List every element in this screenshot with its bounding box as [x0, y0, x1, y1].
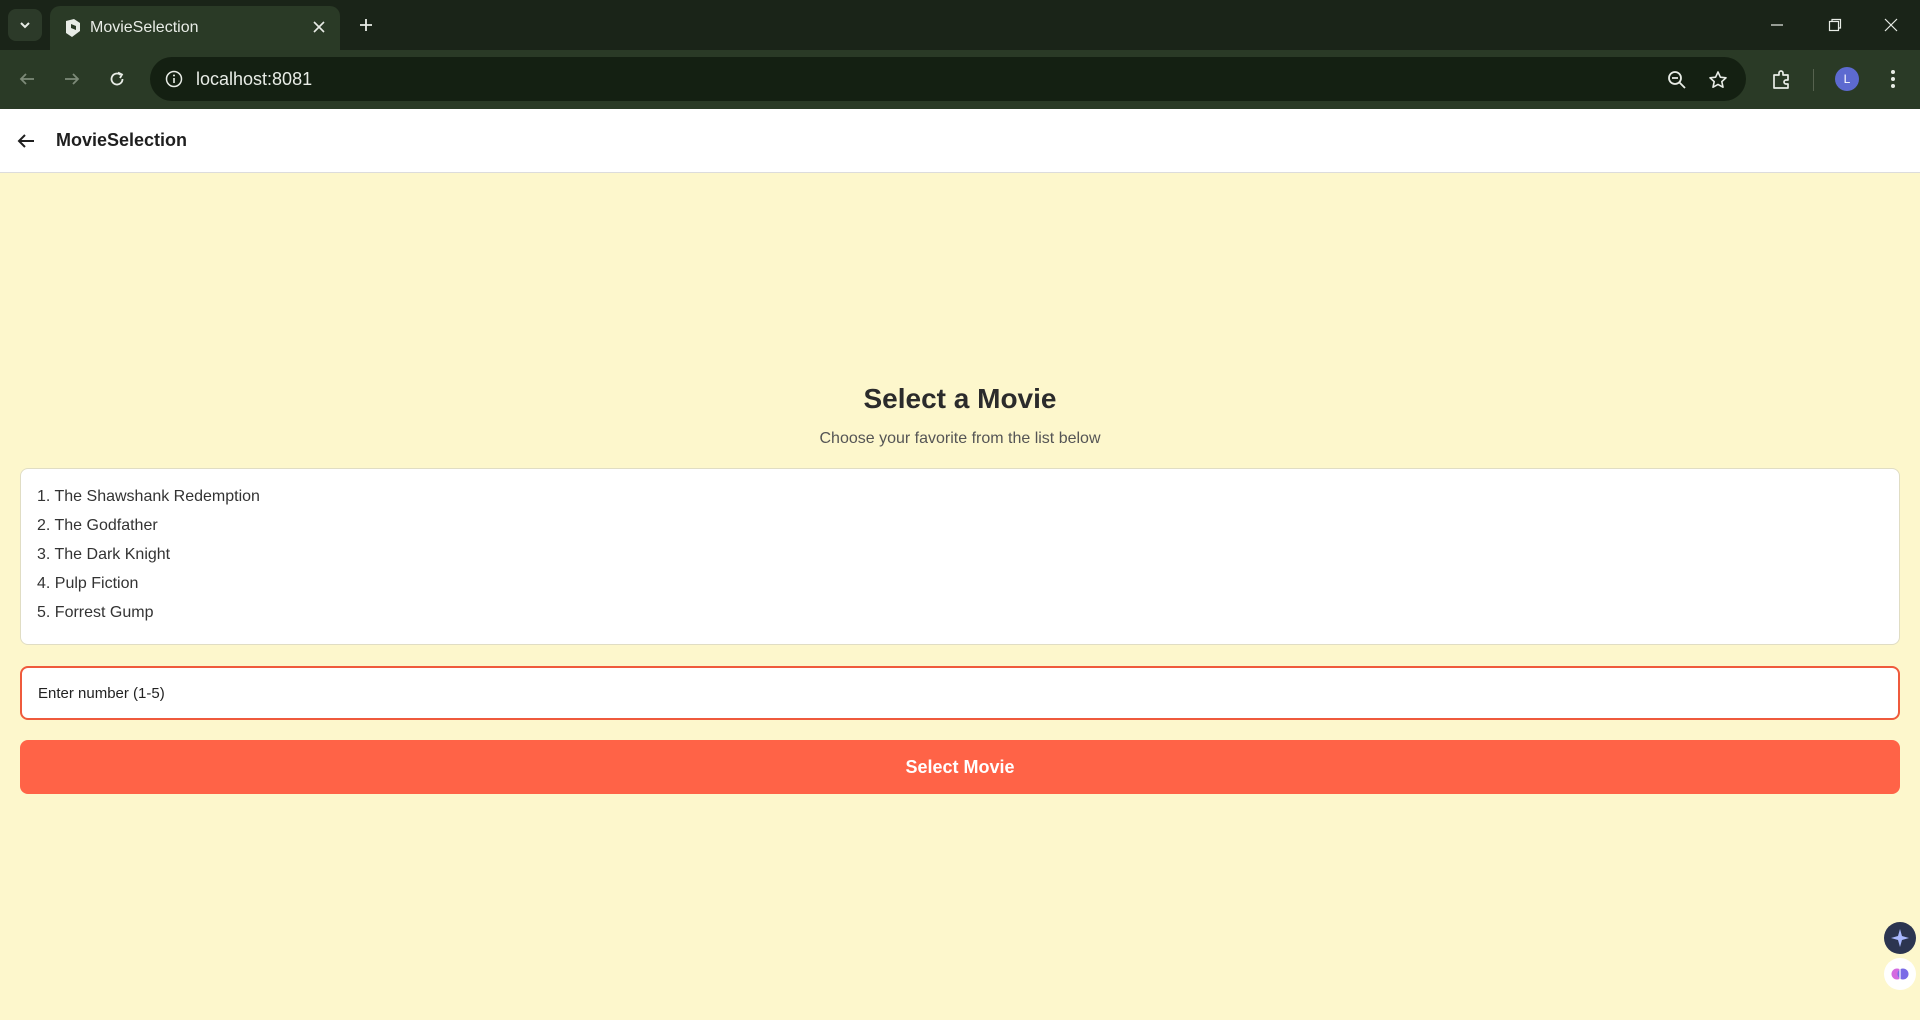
movie-list-item: 4. Pulp Fiction	[37, 575, 139, 592]
reload-icon	[110, 71, 124, 86]
browser-toolbar: localhost:8081 L	[0, 50, 1920, 109]
plus-icon	[360, 19, 372, 31]
minimize-button[interactable]	[1748, 0, 1806, 50]
movie-number-input[interactable]	[20, 666, 1900, 720]
restore-button[interactable]	[1806, 0, 1864, 50]
close-window-button[interactable]	[1862, 0, 1920, 50]
browser-titlebar: MovieSelection	[0, 0, 1920, 50]
app-header: MovieSelection	[0, 109, 1920, 173]
profile-avatar[interactable]: L	[1835, 67, 1859, 91]
tab-search-button[interactable]	[8, 9, 42, 41]
browser-tab[interactable]: MovieSelection	[50, 6, 340, 50]
back-nav-button[interactable]	[10, 62, 44, 96]
toolbar-divider	[1813, 69, 1814, 91]
close-icon	[1884, 18, 1898, 32]
arrow-left-icon	[17, 134, 34, 148]
brain-icon	[1891, 968, 1909, 980]
tab-title: MovieSelection	[90, 19, 199, 36]
site-info-button[interactable]	[162, 67, 186, 91]
section-subheading: Choose your favorite from the list below	[819, 430, 1101, 447]
movie-list-item: 5. Forrest Gump	[37, 604, 154, 621]
arrow-left-icon	[19, 73, 34, 85]
more-vertical-icon	[1891, 70, 1895, 88]
app-favicon-icon	[66, 19, 80, 37]
chevron-down-icon	[20, 22, 30, 29]
address-bar[interactable]: localhost:8081	[150, 57, 1746, 101]
info-icon	[165, 70, 183, 88]
bookmark-button[interactable]	[1705, 67, 1731, 93]
restore-icon	[1828, 18, 1842, 32]
star-icon	[1709, 71, 1727, 88]
sparkle-icon	[1891, 929, 1909, 947]
arrow-right-icon	[65, 73, 80, 85]
section-heading: Select a Movie	[863, 383, 1057, 414]
forward-nav-button[interactable]	[55, 62, 89, 96]
url-text: localhost:8081	[196, 69, 313, 89]
zoom-button[interactable]	[1664, 67, 1690, 93]
extensions-button[interactable]	[1765, 62, 1799, 96]
tab-close-button[interactable]	[306, 14, 332, 40]
close-icon	[313, 21, 325, 33]
assistant-sparkle-button[interactable]	[1884, 922, 1916, 954]
reload-button[interactable]	[100, 62, 134, 96]
new-tab-button[interactable]	[350, 9, 382, 41]
minimize-icon	[1771, 24, 1783, 26]
puzzle-icon	[1773, 70, 1789, 89]
movie-list-item: 1. The Shawshank Redemption	[37, 488, 260, 505]
movie-list-item: 3. The Dark Knight	[37, 546, 171, 563]
movie-list-item: 2. The Godfather	[37, 517, 158, 534]
browser-menu-button[interactable]	[1876, 62, 1910, 96]
assistant-brain-button[interactable]	[1884, 958, 1916, 990]
movie-list: 1. The Shawshank Redemption 2. The Godfa…	[20, 468, 1900, 645]
header-back-button[interactable]	[12, 127, 40, 155]
page-title: MovieSelection	[56, 130, 188, 150]
zoom-out-icon	[1668, 71, 1686, 89]
select-movie-button[interactable]: Select Movie	[20, 740, 1900, 794]
